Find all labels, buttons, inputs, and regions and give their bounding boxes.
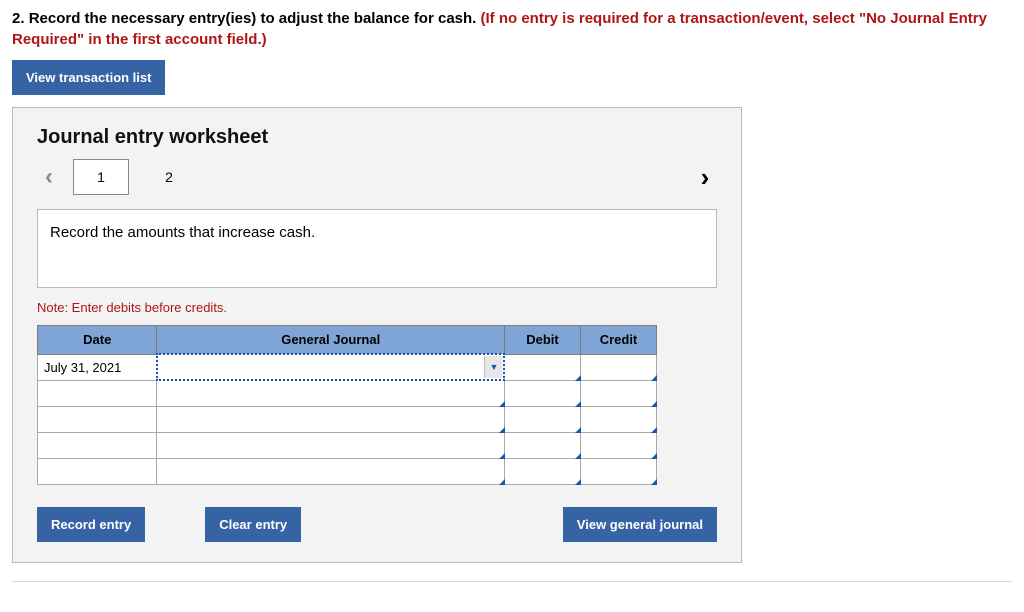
cell-credit[interactable]	[580, 406, 656, 432]
button-row: Record entry Clear entry View general jo…	[37, 507, 717, 542]
tab-row: ‹ 1 2 ›	[37, 159, 717, 195]
cell-debit[interactable]	[504, 458, 580, 484]
cell-date[interactable]	[38, 432, 157, 458]
cell-date[interactable]: July 31, 2021	[38, 354, 157, 380]
cell-date[interactable]	[38, 380, 157, 406]
chevron-left-icon[interactable]: ‹	[37, 163, 61, 191]
header-debit: Debit	[504, 326, 580, 355]
question-text: 2. Record the necessary entry(ies) to ad…	[12, 8, 1012, 50]
table-row: July 31, 2021 ▼	[38, 354, 657, 380]
cell-general-journal[interactable]	[157, 406, 505, 432]
table-row	[38, 406, 657, 432]
divider	[12, 581, 1012, 582]
cell-debit[interactable]	[504, 354, 580, 380]
cell-credit[interactable]	[580, 432, 656, 458]
record-entry-button[interactable]: Record entry	[37, 507, 145, 542]
question-body: Record the necessary entry(ies) to adjus…	[29, 10, 481, 27]
question-prefix: 2.	[12, 10, 29, 27]
dropdown-icon[interactable]: ▼	[484, 356, 502, 378]
cell-general-journal[interactable]	[157, 458, 505, 484]
view-transaction-list-button[interactable]: View transaction list	[12, 60, 165, 95]
cell-general-journal[interactable]	[157, 432, 505, 458]
cell-debit[interactable]	[504, 432, 580, 458]
table-row	[38, 458, 657, 484]
cell-date[interactable]	[38, 458, 157, 484]
chevron-right-icon[interactable]: ›	[693, 162, 717, 193]
header-general-journal: General Journal	[157, 326, 505, 355]
instruction-text: Record the amounts that increase cash.	[50, 224, 315, 241]
cell-debit[interactable]	[504, 406, 580, 432]
tab-1[interactable]: 1	[73, 159, 129, 195]
cell-general-journal[interactable]	[157, 380, 505, 406]
journal-table: Date General Journal Debit Credit July 3…	[37, 325, 657, 485]
cell-credit[interactable]	[580, 380, 656, 406]
cell-debit[interactable]	[504, 380, 580, 406]
table-row	[38, 380, 657, 406]
view-general-journal-button[interactable]: View general journal	[563, 507, 717, 542]
worksheet-title: Journal entry worksheet	[37, 126, 717, 149]
note-text: Note: Enter debits before credits.	[37, 300, 717, 315]
cell-date[interactable]	[38, 406, 157, 432]
tab-2[interactable]: 2	[141, 159, 197, 195]
cell-credit[interactable]	[580, 458, 656, 484]
cell-credit[interactable]	[580, 354, 656, 380]
header-credit: Credit	[580, 326, 656, 355]
worksheet-panel: Journal entry worksheet ‹ 1 2 › Record t…	[12, 107, 742, 563]
instruction-box: Record the amounts that increase cash.	[37, 209, 717, 288]
table-row	[38, 432, 657, 458]
cell-general-journal[interactable]: ▼	[157, 354, 505, 380]
header-date: Date	[38, 326, 157, 355]
clear-entry-button[interactable]: Clear entry	[205, 507, 301, 542]
